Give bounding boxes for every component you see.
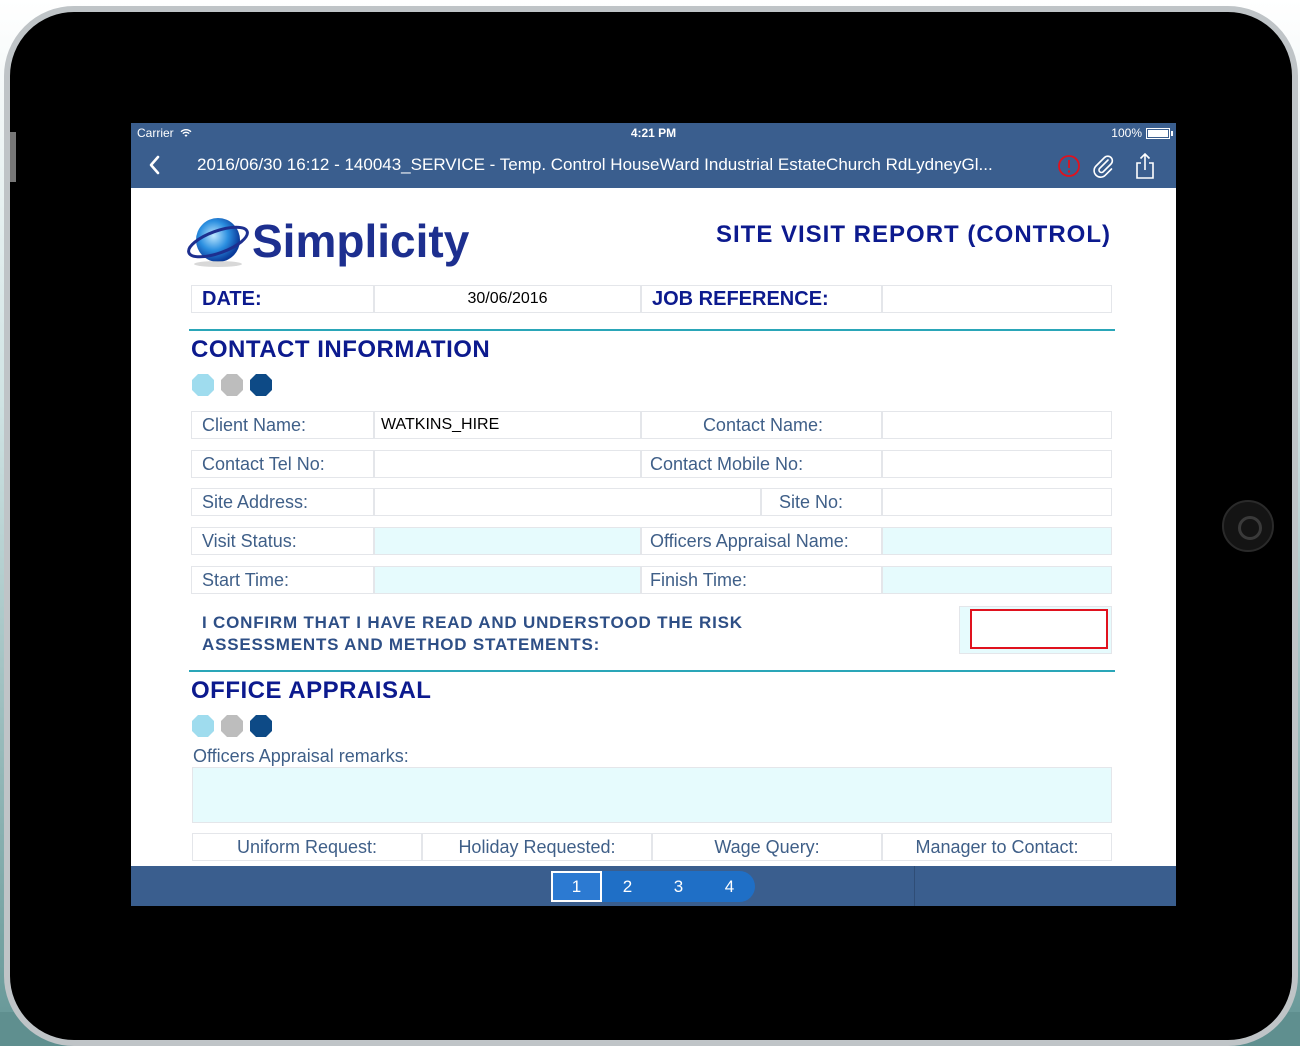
contact-mobile-label: Contact Mobile No:: [641, 450, 882, 478]
site-address-field[interactable]: [374, 488, 761, 516]
officers-appraisal-name-field[interactable]: [882, 527, 1112, 555]
clock: 4:21 PM: [630, 126, 677, 140]
finish-time-label: Finish Time:: [641, 566, 882, 594]
start-time-field[interactable]: [374, 566, 641, 594]
dark-blue-dot-icon: [250, 715, 272, 737]
contact-tel-field[interactable]: [374, 450, 641, 478]
back-chevron-icon[interactable]: [143, 153, 167, 177]
holiday-requested-label: Holiday Requested:: [422, 833, 652, 861]
footer-divider: [914, 866, 915, 906]
report-title: SITE VISIT REPORT (CONTROL): [715, 221, 1111, 248]
phone-row: Contact Tel No: Contact Mobile No:: [191, 450, 1112, 478]
light-blue-dot-icon: [192, 715, 214, 737]
section-divider: [189, 329, 1115, 331]
finish-time-field[interactable]: [882, 566, 1112, 594]
side-button: [10, 132, 16, 182]
job-reference-label: JOB REFERENCE:: [641, 285, 882, 313]
risk-confirmation-field[interactable]: [970, 609, 1108, 649]
light-blue-dot-icon: [192, 374, 214, 396]
visit-status-label: Visit Status:: [191, 527, 374, 555]
risk-confirmation-cell: [959, 606, 1112, 654]
nav-title: 2016/06/30 16:12 - 140043_SERVICE - Temp…: [197, 155, 993, 174]
logo-text: Simplicity: [252, 215, 470, 267]
page-selector: 1 2 3 4: [551, 871, 755, 902]
office-appraisal-heading: OFFICE APPRAISAL: [191, 677, 432, 704]
uniform-request-label: Uniform Request:: [192, 833, 422, 861]
section-dots: [191, 714, 273, 738]
app-screen: Carrier 4:21 PM 100% 2016/06/30 16:12 - …: [131, 123, 1176, 906]
company-logo: Simplicity: [186, 212, 469, 270]
status-row: Visit Status: Officers Appraisal Name:: [191, 527, 1112, 555]
page-3-button[interactable]: 3: [653, 871, 704, 902]
date-label: DATE:: [191, 285, 374, 313]
battery-status: 100%: [1111, 126, 1173, 140]
globe-logo-icon: [187, 218, 249, 267]
status-bar: Carrier 4:21 PM 100%: [131, 123, 1176, 143]
footer-bar: 1 2 3 4: [131, 866, 1176, 906]
date-job-row: DATE: 30/06/2016 JOB REFERENCE:: [191, 285, 1112, 313]
alert-icon[interactable]: [1057, 153, 1081, 179]
start-time-label: Start Time:: [191, 566, 374, 594]
date-field[interactable]: 30/06/2016: [374, 285, 641, 313]
section-divider: [189, 670, 1115, 672]
site-no-field[interactable]: [882, 488, 1112, 516]
site-address-label: Site Address:: [191, 488, 374, 516]
site-row: Site Address: Site No:: [191, 488, 1112, 516]
contact-name-label: Contact Name:: [641, 411, 882, 439]
time-row: Start Time: Finish Time:: [191, 566, 1112, 594]
share-icon[interactable]: [1133, 153, 1157, 179]
site-no-label: Site No:: [761, 488, 882, 516]
request-row: Uniform Request: Holiday Requested: Wage…: [192, 833, 1112, 861]
risk-confirmation-label: I CONFIRM THAT I HAVE READ AND UNDERSTOO…: [202, 613, 743, 654]
page-4-button[interactable]: 4: [704, 871, 755, 902]
officers-appraisal-remarks-label: Officers Appraisal remarks:: [193, 746, 409, 766]
visit-status-field[interactable]: [374, 527, 641, 555]
officers-appraisal-name-label: Officers Appraisal Name:: [641, 527, 882, 555]
battery-icon: [1146, 127, 1173, 139]
client-name-label: Client Name:: [191, 411, 374, 439]
officers-appraisal-remarks-field[interactable]: [192, 767, 1112, 823]
dark-blue-dot-icon: [250, 374, 272, 396]
page-1-button[interactable]: 1: [551, 871, 602, 902]
grey-dot-icon: [221, 715, 243, 737]
contact-name-field[interactable]: [882, 411, 1112, 439]
section-dots: [191, 373, 273, 397]
home-button[interactable]: [1222, 500, 1274, 552]
manager-to-contact-label: Manager to Contact:: [882, 833, 1112, 861]
navigation-bar: 2016/06/30 16:12 - 140043_SERVICE - Temp…: [131, 143, 1176, 188]
report-content: Simplicity SITE VISIT REPORT (CONTROL) D…: [131, 188, 1176, 866]
paperclip-icon[interactable]: [1091, 153, 1115, 179]
contact-mobile-field[interactable]: [882, 450, 1112, 478]
grey-dot-icon: [221, 374, 243, 396]
client-contact-row: Client Name: WATKINS_HIRE Contact Name:: [191, 411, 1112, 439]
contact-info-heading: CONTACT INFORMATION: [191, 336, 491, 363]
client-name-field[interactable]: WATKINS_HIRE: [374, 411, 641, 439]
wage-query-label: Wage Query:: [652, 833, 882, 861]
job-reference-field[interactable]: [882, 285, 1112, 313]
page-2-button[interactable]: 2: [602, 871, 653, 902]
contact-tel-label: Contact Tel No:: [191, 450, 374, 478]
